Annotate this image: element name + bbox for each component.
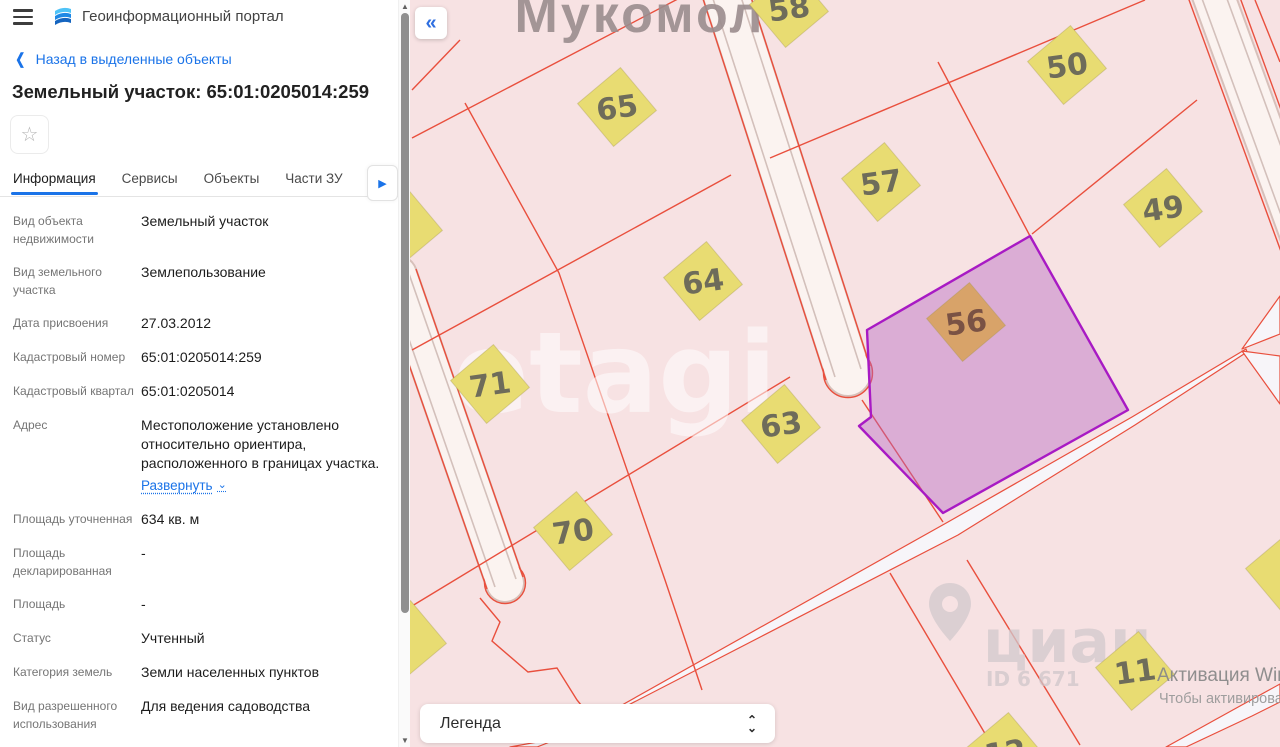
chevron-down-icon: ⌄ (217, 479, 227, 491)
double-chevron-left-icon: « (425, 11, 437, 34)
parcel-number: 56 (943, 303, 989, 343)
field-label: Площадь уточненная (13, 512, 133, 526)
field-value: 634 кв. м (141, 511, 200, 527)
field-value: Для ведения садоводства (141, 698, 311, 714)
scrollbar-thumb[interactable] (401, 13, 409, 613)
page-title: Земельный участок: 65:01:0205014:259 (12, 81, 370, 102)
field-row: Статус Учтенный (13, 629, 385, 648)
field-value: 65:01:0205014:259 (141, 349, 262, 365)
parcel-number: 64 (680, 262, 726, 302)
field-row: Кадастровый номер 65:01:0205014:259 (13, 348, 385, 367)
field-label: Категория земель (13, 665, 113, 679)
panel-scrollbar[interactable]: ▲ ▼ (398, 0, 410, 747)
scroll-up-icon[interactable]: ▲ (400, 2, 410, 11)
geo-portal-app: Геоинформационный портал ❮ Назад в выдел… (0, 0, 1280, 747)
info-panel: Геоинформационный портал ❮ Назад в выдел… (0, 0, 398, 747)
parcel-number: 65 (594, 88, 640, 128)
chevron-left-icon: ❮ (15, 51, 26, 68)
tab-bar: ИнформацияСервисыОбъектыЧасти ЗУСоста (0, 164, 398, 197)
field-row: Площадь декларированная - (13, 544, 385, 580)
field-value: Местоположение установлено относительно … (141, 417, 380, 495)
parcel-number: 71 (467, 365, 513, 405)
field-value: 27.03.2012 (141, 315, 212, 331)
field-row: Вид разрешенного использования Для ведени… (13, 697, 385, 733)
scroll-down-icon[interactable]: ▼ (400, 736, 410, 745)
field-row: Дата присвоения 27.03.2012 (13, 314, 385, 333)
field-value: Землепользование (141, 264, 266, 280)
field-row: Адрес Местоположение установлено относите… (13, 416, 385, 495)
field-value: Земельный участок (141, 213, 269, 229)
field-value: Земли населенных пунктов (141, 664, 320, 680)
triangle-right-icon: ▶ (378, 177, 387, 190)
favorite-star-button[interactable]: ☆ (10, 115, 49, 154)
field-value: - (141, 596, 146, 612)
parcel-number: 63 (758, 405, 804, 445)
field-row: Кадастровый квартал 65:01:0205014 (13, 382, 385, 401)
field-value: - (141, 545, 146, 561)
field-label: Вид объекта недвижимости (13, 214, 94, 246)
field-label: Адрес (13, 418, 48, 432)
field-label: Дата присвоения (13, 316, 109, 330)
field-label: Кадастровый квартал (13, 384, 134, 398)
field-label: Статус (13, 631, 51, 645)
fields-list: Вид объекта недвижимости Земельный участо… (13, 212, 385, 747)
legend-bar[interactable]: Легенда ⌃ ⌄ (420, 704, 775, 743)
portal-logo-icon (52, 5, 74, 27)
back-link-label: Назад в выделенные объекты (35, 51, 232, 67)
legend-label: Легенда (440, 714, 501, 732)
cadastral-map: Мукомол etagi циан ID 6 671 585065574964… (410, 0, 1280, 747)
activation-text-line2: Чтобы активировать Wi (1159, 691, 1280, 707)
field-label: Кадастровый номер (13, 350, 126, 364)
parcel-number: 11 (1112, 652, 1158, 692)
tab-2[interactable]: Сервисы (122, 165, 178, 195)
panel-header: Геоинформационный портал (0, 0, 398, 40)
field-row: Вид объекта недвижимости Земельный участо… (13, 212, 385, 248)
field-row: Вид земельного участка Землепользование (13, 263, 385, 299)
street-label: Мукомол (515, 0, 766, 44)
map-canvas[interactable]: Мукомол etagi циан ID 6 671 58 50 65 57 49 64… (410, 0, 1280, 747)
parcel-number: 49 (1140, 189, 1186, 229)
menu-icon[interactable] (13, 9, 33, 25)
field-value: 65:01:0205014 (141, 383, 235, 399)
parcel-number: 50 (1044, 46, 1090, 86)
tab-4[interactable]: Части ЗУ (285, 165, 342, 195)
tab-1[interactable]: Информация (11, 165, 98, 195)
activation-text-line1: Активация Windo (1157, 665, 1280, 686)
app-title: Геоинформационный портал (82, 8, 284, 25)
parcel-number: 57 (858, 163, 904, 203)
tab-3[interactable]: Объекты (204, 165, 260, 195)
field-label: Вид земельного участка (13, 265, 102, 297)
watermark-cian-id: ID 6 671 (986, 667, 1080, 691)
collapse-panel-button[interactable]: « (415, 7, 447, 39)
address-expand-link[interactable]: Развернуть ⌄ (141, 476, 227, 495)
field-label: Вид разрешенного использования (13, 699, 118, 731)
field-row: Категория земель Земли населенных пунктов (13, 663, 385, 682)
star-icon: ☆ (20, 124, 39, 146)
tabs-scroll-right-button[interactable]: ▶ (367, 165, 398, 201)
field-row: Площадь уточненная 634 кв. м (13, 510, 385, 529)
parcel-number: 70 (550, 512, 596, 552)
back-link[interactable]: ❮ Назад в выделенные объекты (14, 50, 232, 68)
field-value: Учтенный (141, 630, 205, 646)
expand-collapse-icon[interactable]: ⌃ ⌄ (747, 714, 757, 734)
field-label: Площадь (13, 597, 66, 611)
field-row: Площадь - (13, 595, 385, 614)
field-label: Площадь декларированная (13, 546, 112, 578)
